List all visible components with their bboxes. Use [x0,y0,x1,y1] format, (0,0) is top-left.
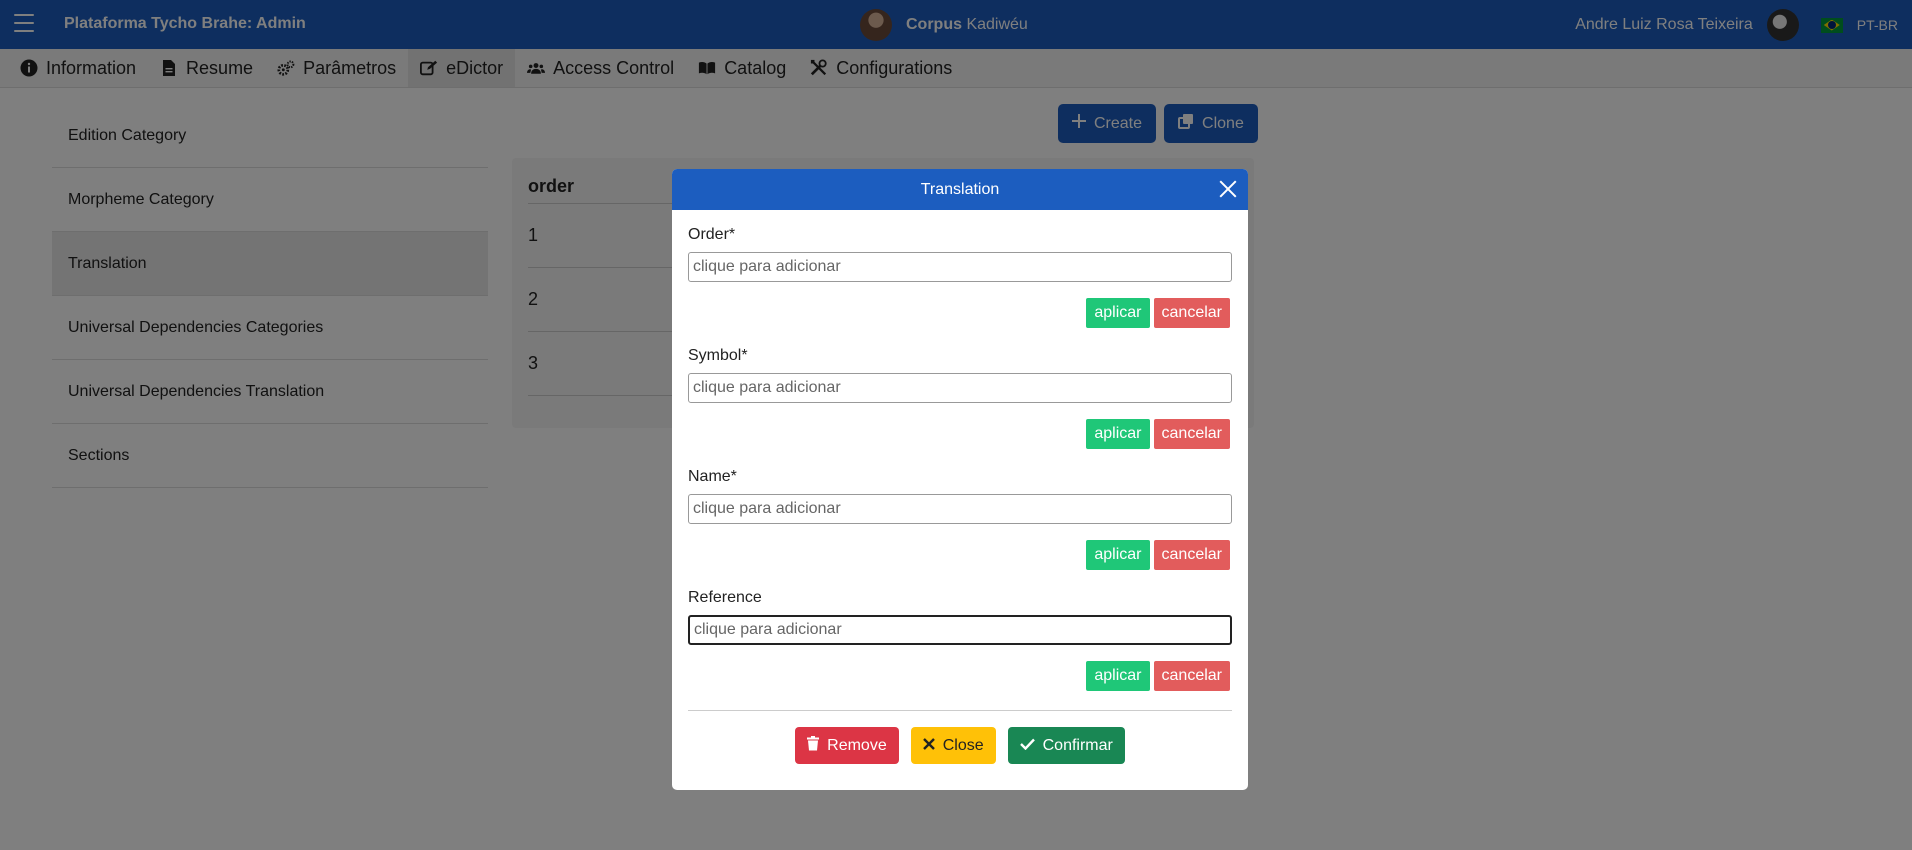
order-input[interactable] [688,252,1232,282]
field-order: Order* aplicar cancelar [688,226,1232,347]
confirm-button-label: Confirmar [1042,736,1113,754]
x-icon [922,737,935,755]
reference-cancel-button[interactable]: cancelar [1153,661,1230,691]
modal-header: Translation [672,169,1248,210]
remove-button[interactable]: Remove [795,727,899,764]
trash-icon [807,735,820,756]
field-symbol: Symbol* aplicar cancelar [688,347,1232,468]
name-apply-button[interactable]: aplicar [1086,540,1150,570]
reference-input[interactable] [688,615,1232,645]
field-reference-label: Reference [688,589,762,606]
field-order-label: Order* [688,226,736,243]
close-button-label: Close [942,736,984,754]
symbol-input[interactable] [688,373,1232,403]
translation-modal: Translation Order* aplicar cancelar Symb… [672,169,1248,790]
name-cancel-button[interactable]: cancelar [1153,540,1230,570]
symbol-apply-button[interactable]: aplicar [1086,419,1150,449]
field-reference: Reference aplicar cancelar [688,589,1232,710]
modal-body: Order* aplicar cancelar Symbol* aplicar … [672,210,1248,710]
reference-apply-button[interactable]: aplicar [1086,661,1150,691]
modal-footer: Remove Close Confirmar [672,711,1248,764]
field-name: Name* aplicar cancelar [688,468,1232,589]
close-icon[interactable] [1218,179,1238,199]
symbol-cancel-button[interactable]: cancelar [1153,419,1230,449]
name-input[interactable] [688,494,1232,524]
close-button[interactable]: Close [910,727,996,764]
order-cancel-button[interactable]: cancelar [1153,298,1230,328]
order-apply-button[interactable]: aplicar [1086,298,1150,328]
confirm-button[interactable]: Confirmar [1007,727,1125,764]
field-symbol-label: Symbol* [688,347,748,364]
remove-button-label: Remove [827,736,887,754]
modal-title: Translation [920,180,1000,198]
field-name-label: Name* [688,468,737,485]
check-icon [1019,737,1035,755]
